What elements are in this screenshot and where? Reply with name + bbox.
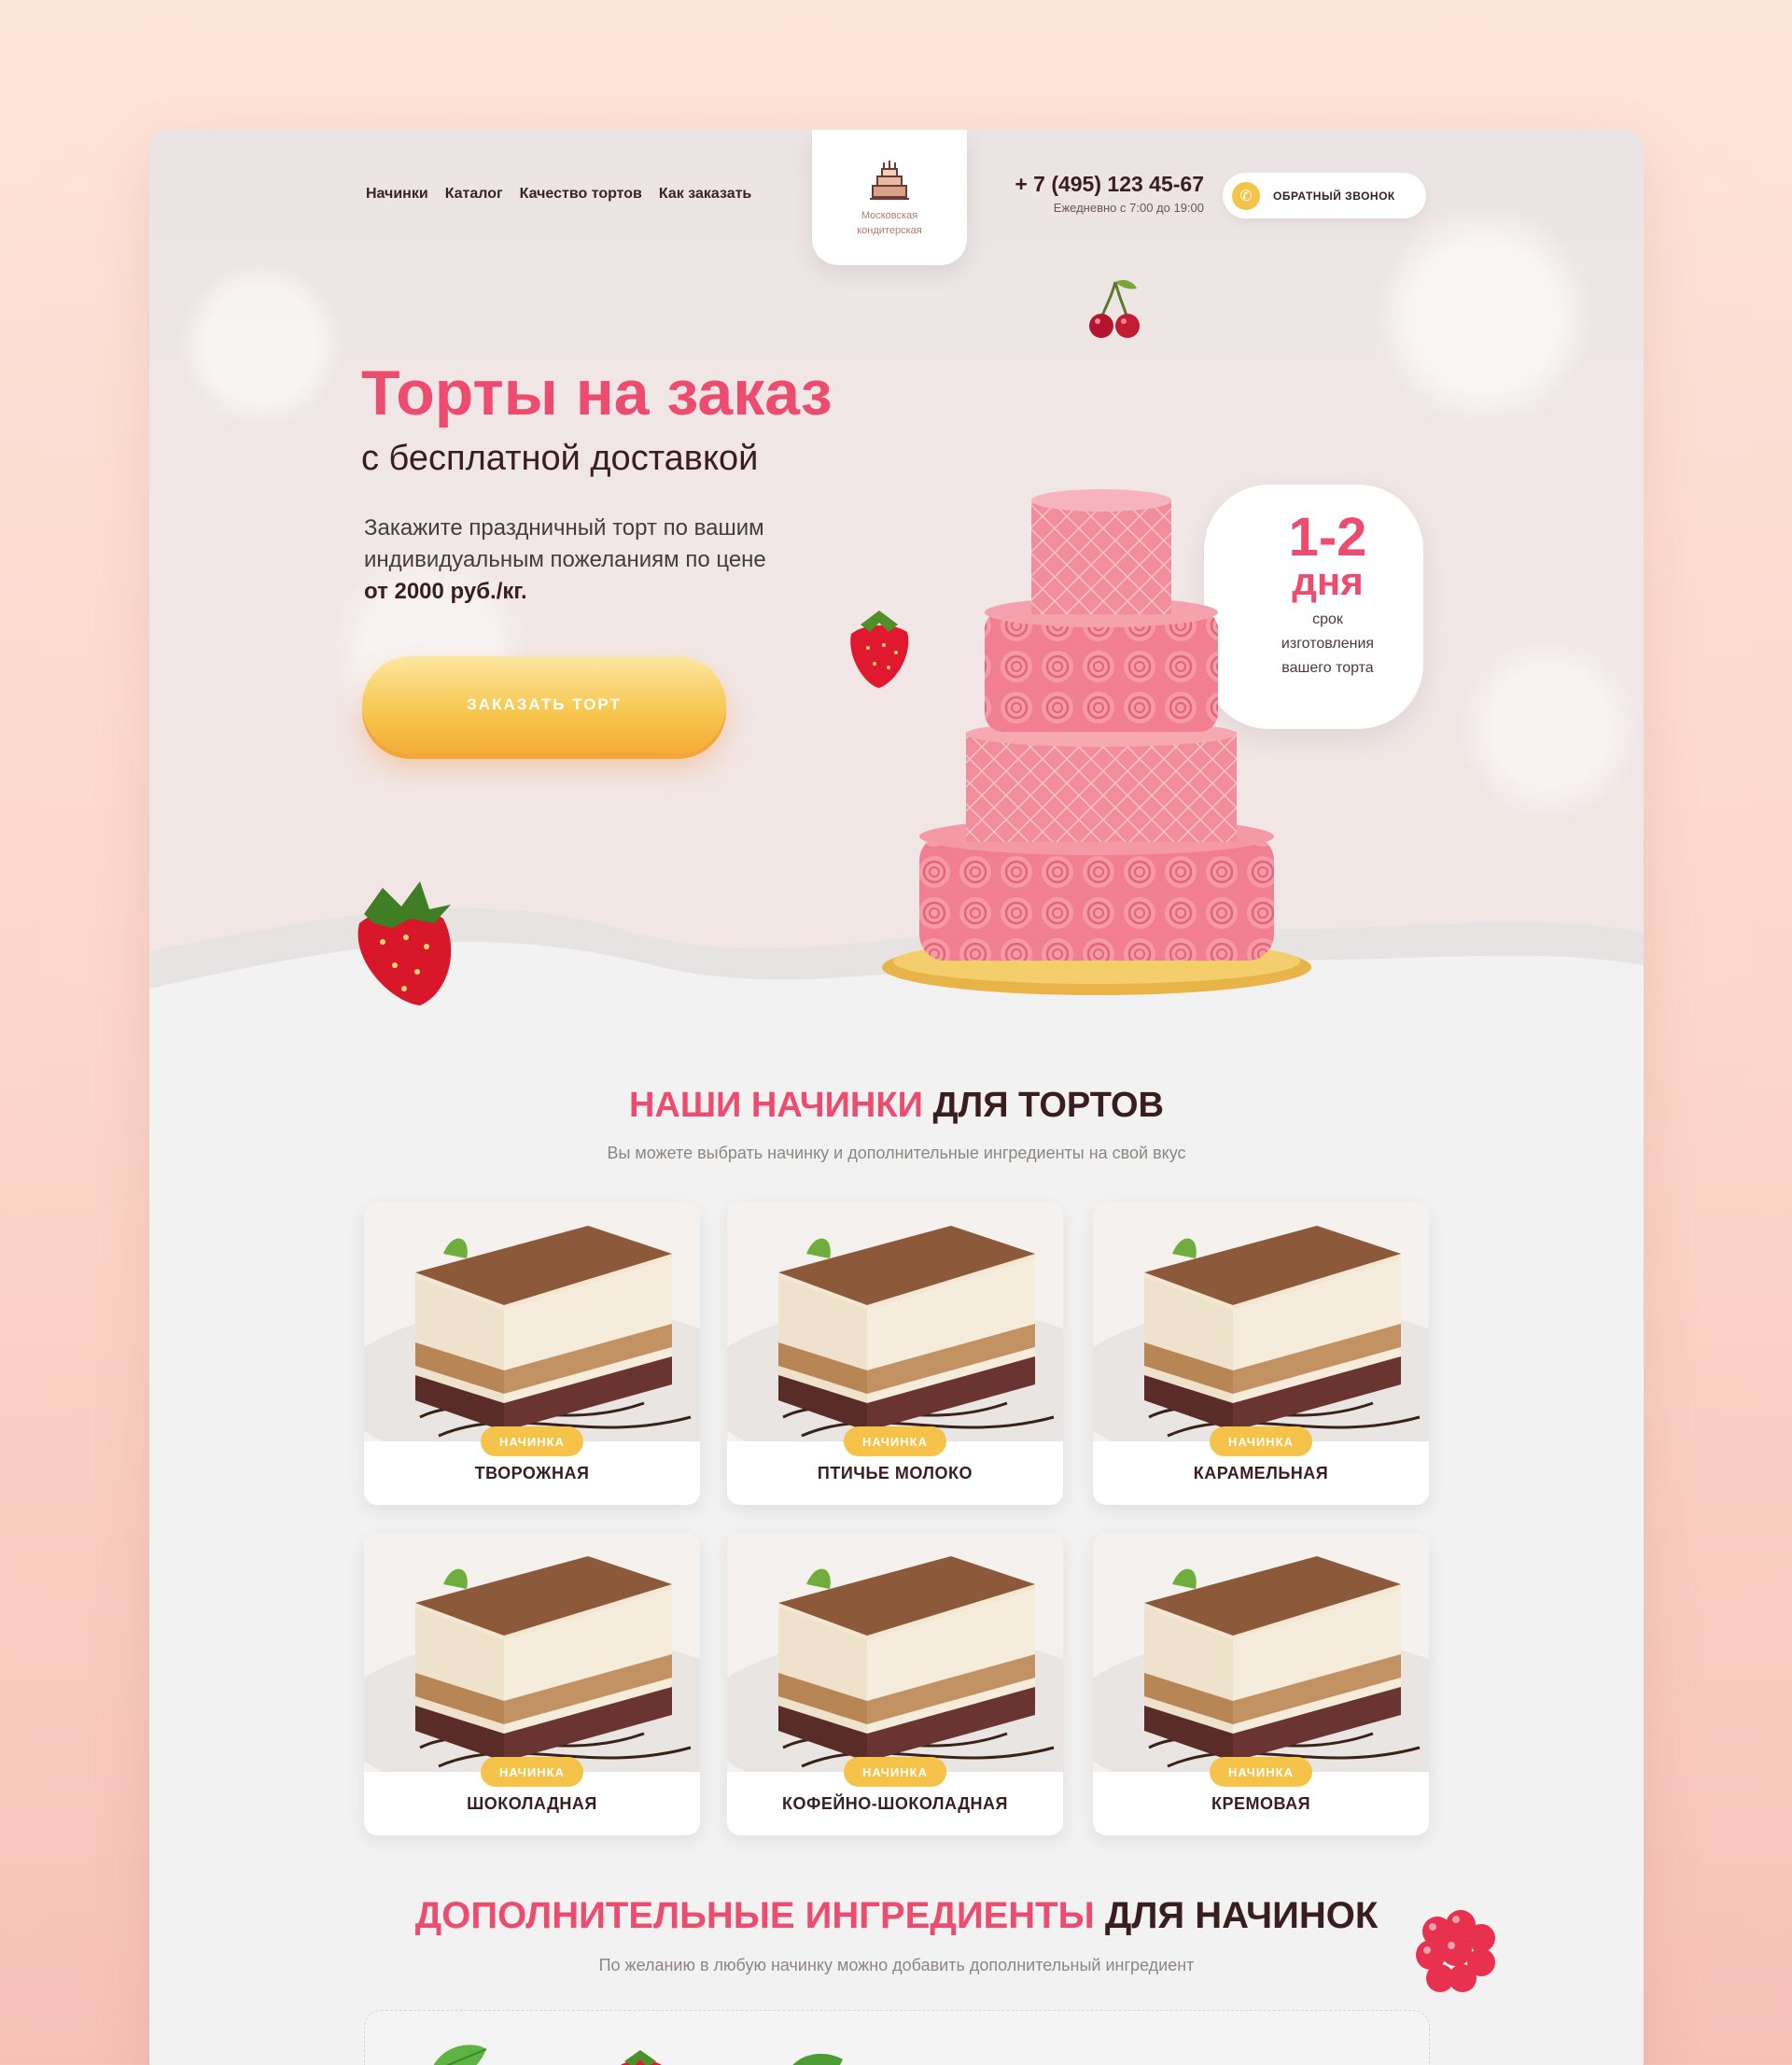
filling-tag: НАЧИНКА (481, 1757, 583, 1787)
hero-desc-line2: индивидуальным пожеланиям по цене (364, 547, 766, 572)
extras-subtitle: По желанию в любую начинку можно добавит… (598, 1956, 1195, 1974)
logo-line1: Московская (861, 210, 918, 221)
strawberry-small-icon (621, 2050, 662, 2065)
fillings-title-rest: ДЛЯ ТОРТОВ (932, 1086, 1164, 1125)
filling-photo (364, 1202, 700, 1441)
hero-price: от 2000 руб./кг. (364, 579, 527, 604)
cake-logo-icon (870, 161, 909, 200)
strawberry-large-icon (357, 881, 452, 1005)
cherry-icon (1089, 279, 1140, 338)
filling-card[interactable]: НАЧИНКА ШОКОЛАДНАЯ (364, 1533, 700, 1835)
logo[interactable]: Московская кондитерская (812, 130, 967, 265)
filling-photo (364, 1533, 700, 1772)
nav-link-quality[interactable]: Качество тортов (520, 186, 642, 203)
logo-line2: кондитерская (857, 225, 922, 236)
callback-label: ОБРАТНЫЙ ЗВОНОК (1273, 189, 1395, 203)
fillings-title-accent: НАШИ НАЧИНКИ (628, 1086, 923, 1125)
extras-panel (364, 2010, 1430, 2065)
filling-tag: НАЧИНКА (844, 1757, 946, 1787)
filling-name: КАРАМЕЛЬНАЯ (1193, 1464, 1329, 1482)
filling-tag: НАЧИНКА (1210, 1757, 1312, 1787)
fillings-title: НАШИ НАЧИНКИ ДЛЯ ТОРТОВ (149, 1086, 1644, 1126)
phone-icon: ✆ (1232, 181, 1260, 210)
extras-title-accent: ДОПОЛНИТЕЛЬНЫЕ ИНГРЕДИЕНТЫ (414, 1895, 1095, 1936)
callback-button[interactable]: ✆ ОБРАТНЫЙ ЗВОНОК (1223, 173, 1426, 218)
strawberry-icon (850, 611, 909, 688)
filling-card[interactable]: НАЧИНКА КАРАМЕЛЬНАЯ (1093, 1202, 1429, 1505)
main-nav: Начинки Каталог Качество тортов Как зака… (366, 186, 751, 203)
extras-title-rest: ДЛЯ НАЧИНОК (1104, 1895, 1379, 1936)
nav-link-fillings[interactable]: Начинки (366, 186, 428, 203)
fillings-subtitle: Вы можете выбрать начинку и дополнительн… (607, 1144, 1186, 1162)
filling-card[interactable]: НАЧИНКА КОФЕЙНО-ШОКОЛАДНАЯ (727, 1533, 1063, 1835)
extras-title: ДОПОЛНИТЕЛЬНЫЕ ИНГРЕДИЕНТЫ ДЛЯ НАЧИНОК (149, 1895, 1644, 1937)
filling-tag: НАЧИНКА (1210, 1426, 1312, 1456)
filling-card[interactable]: НАЧИНКА ТВОРОЖНАЯ (364, 1202, 700, 1505)
filling-card[interactable]: НАЧИНКА КРЕМОВАЯ (1093, 1533, 1429, 1835)
nav-link-catalog[interactable]: Каталог (445, 186, 503, 203)
hero-subtitle: с бесплатной доставкой (361, 439, 759, 478)
working-hours: Ежедневно с 7:00 до 19:00 (1053, 201, 1204, 215)
filling-name: ШОКОЛАДНАЯ (467, 1794, 597, 1813)
filling-name: ТВОРОЖНАЯ (474, 1464, 590, 1482)
filling-photo (727, 1533, 1063, 1772)
page-card: Начинки Каталог Качество тортов Как зака… (149, 130, 1644, 2065)
phone-number[interactable]: + 7 (495) 123 45-67 (989, 172, 1204, 197)
filling-card[interactable]: НАЧИНКА ПТИЧЬЕ МОЛОКО (727, 1202, 1063, 1505)
order-cake-button[interactable]: ЗАКАЗАТЬ ТОРТ (362, 656, 726, 753)
filling-name: ПТИЧЬЕ МОЛОКО (817, 1464, 973, 1482)
cake-image (882, 489, 1311, 995)
filling-photo (727, 1202, 1063, 1441)
filling-name: КРЕМОВАЯ (1211, 1794, 1311, 1813)
nav-link-how-to-order[interactable]: Как заказать (659, 186, 751, 203)
contacts: + 7 (495) 123 45-67 Ежедневно с 7:00 до … (989, 172, 1204, 215)
hero-title: Торты на заказ (361, 358, 833, 428)
mint-leaf-icon (433, 2044, 487, 2065)
leaf-icon (792, 2054, 843, 2065)
hero-desc-line1: Закажите праздничный торт по вашим (364, 515, 764, 541)
filling-photo (1093, 1202, 1429, 1441)
filling-tag: НАЧИНКА (844, 1426, 946, 1456)
hero-description: Закажите праздничный торт по вашим индив… (364, 513, 849, 608)
filling-tag: НАЧИНКА (481, 1426, 583, 1456)
filling-photo (1093, 1533, 1429, 1772)
filling-name: КОФЕЙНО-ШОКОЛАДНАЯ (782, 1794, 1008, 1813)
